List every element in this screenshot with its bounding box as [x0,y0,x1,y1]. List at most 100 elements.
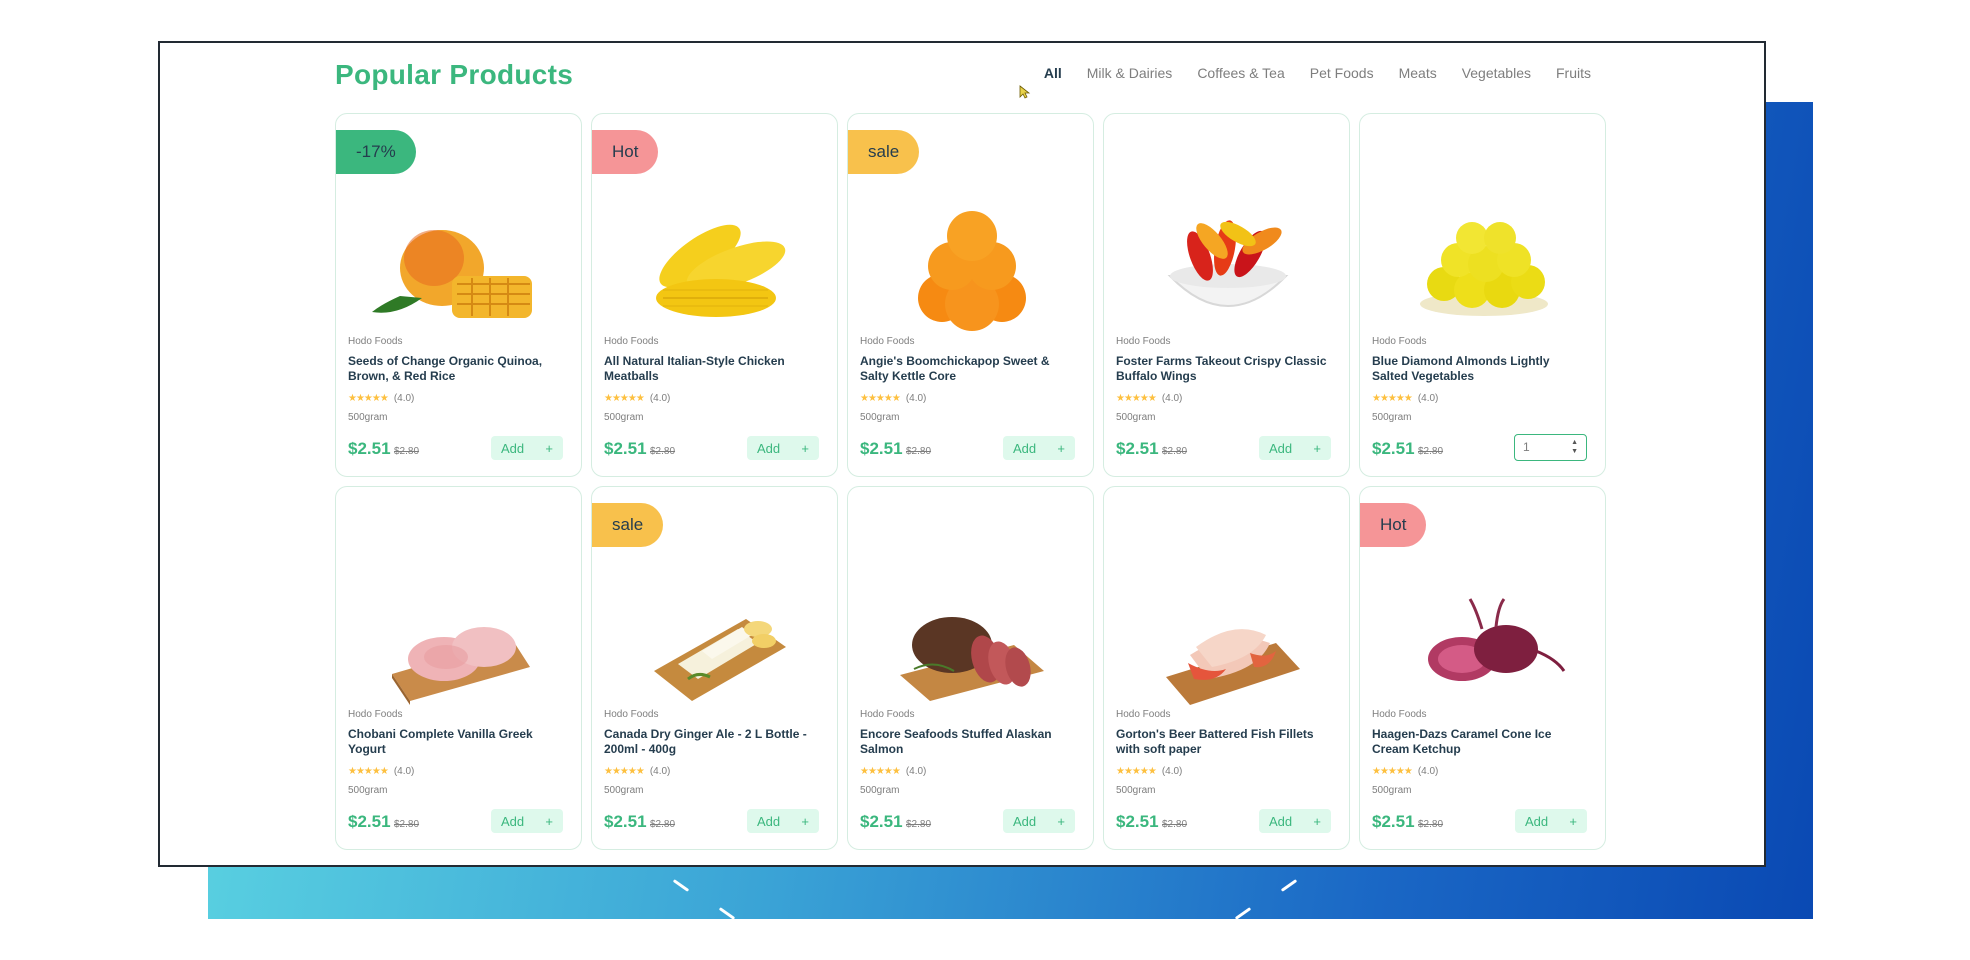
product-card[interactable]: Hodo Foods Foster Farms Takeout Crispy C… [1103,113,1350,477]
sale-badge: sale [592,503,664,547]
category-tabs: All Milk & Dairies Coffees & Tea Pet Foo… [1044,65,1591,81]
product-card[interactable]: Hodo Foods Gorton's Beer Battered Fish F… [1103,486,1350,850]
discount-badge: -17% [336,130,416,174]
product-card[interactable]: sale Hodo Foods Angie's Boomchickapop Sw… [847,113,1094,477]
tab-milk-dairies[interactable]: Milk & Dairies [1087,65,1173,81]
ham-slices-icon [1166,629,1300,705]
old-price: $2.80 [394,819,420,830]
plus-icon: + [1057,813,1065,829]
tab-pet-foods[interactable]: Pet Foods [1310,65,1374,81]
product-card[interactable]: Hodo Foods Chobani Complete Vanilla Gree… [335,486,582,850]
price: $2.51 [604,812,647,831]
tab-coffees-tea[interactable]: Coffees & Tea [1197,65,1284,81]
stepper-arrows-icon[interactable]: ▲ ▼ [1571,438,1578,456]
add-to-cart-button[interactable]: Add + [491,809,563,833]
product-name-link[interactable]: Chobani Complete Vanilla Greek Yogurt [348,727,563,757]
product-card[interactable]: Hot Hodo Foods Haagen-Dazs Caramel Cone … [1359,486,1606,850]
weight-label: 500gram [860,412,900,423]
weight-label: 500gram [1116,412,1156,423]
rating: ★★★★★ (4.0) [1116,766,1182,777]
mouse-cursor-icon [1019,85,1031,99]
rating-value: (4.0) [1417,393,1439,404]
price: $2.51 [348,812,391,831]
add-to-cart-button[interactable]: Add + [1259,809,1331,833]
add-label: Add [1525,813,1549,829]
product-name-link[interactable]: Foster Farms Takeout Crispy Classic Buff… [1116,354,1331,384]
product-name-link[interactable]: All Natural Italian-Style Chicken Meatba… [604,354,819,384]
plus-icon: + [801,813,809,829]
rating-value: (4.0) [393,766,415,777]
add-to-cart-button[interactable]: Add + [747,436,819,460]
weight-label: 500gram [348,412,388,423]
price: $2.51 [1372,812,1415,831]
weight-label: 500gram [1372,785,1412,796]
plus-icon: + [545,440,553,456]
rating-value: (4.0) [393,393,415,404]
tab-all[interactable]: All [1044,65,1062,81]
tab-meats[interactable]: Meats [1399,65,1437,81]
rating: ★★★★★ (4.0) [860,393,926,404]
add-label: Add [1269,440,1293,456]
rating-value: (4.0) [1161,766,1183,777]
product-name-link[interactable]: Seeds of Change Organic Quinoa, Brown, &… [348,354,563,384]
add-to-cart-button[interactable]: Add + [1259,436,1331,460]
vendor-label: Hodo Foods [860,709,915,720]
plus-icon: + [1313,440,1321,456]
hot-badge: Hot [592,130,659,174]
old-price: $2.80 [650,446,676,457]
star-rating-icon: ★★★★★ [348,393,389,404]
product-name-link[interactable]: Angie's Boomchickapop Sweet & Salty Kett… [860,354,1075,384]
browser-window: Popular Products All Milk & Dairies Coff… [158,41,1766,867]
product-card[interactable]: -17% Hodo Foods Seeds of Change Organic … [335,113,582,477]
product-name-link[interactable]: Blue Diamond Almonds Lightly Salted Vege… [1372,354,1587,384]
star-rating-icon: ★★★★★ [348,766,389,777]
product-card[interactable]: sale Hodo Foods Canada Dry Ginger Ale - … [591,486,838,850]
product-name-link[interactable]: Canada Dry Ginger Ale - 2 L Bottle - 200… [604,727,819,757]
old-price: $2.80 [394,446,420,457]
add-label: Add [757,813,781,829]
beets-icon [1428,598,1566,681]
quantity-stepper[interactable]: 1 ▲ ▼ [1514,434,1587,461]
add-to-cart-button[interactable]: Add + [1515,809,1587,833]
rating-value: (4.0) [905,766,927,777]
rating-value: (4.0) [649,393,671,404]
add-label: Add [1013,813,1037,829]
vendor-label: Hodo Foods [1116,336,1171,347]
weight-label: 500gram [604,785,644,796]
product-name-link[interactable]: Haagen-Dazs Caramel Cone Ice Cream Ketch… [1372,727,1587,757]
corn-icon [656,224,786,317]
tab-fruits[interactable]: Fruits [1556,65,1591,81]
weight-label: 500gram [1116,785,1156,796]
add-to-cart-button[interactable]: Add + [747,809,819,833]
rating: ★★★★★ (4.0) [1116,393,1182,404]
old-price: $2.80 [906,819,932,830]
rating-value: (4.0) [649,766,671,777]
rating: ★★★★★ (4.0) [348,393,414,404]
price: $2.51 [1372,439,1415,458]
quantity-value: 1 [1523,440,1530,454]
product-card[interactable]: Hodo Foods Encore Seafoods Stuffed Alask… [847,486,1094,850]
plus-icon: + [1569,813,1577,829]
product-name-link[interactable]: Gorton's Beer Battered Fish Fillets with… [1116,727,1331,757]
add-label: Add [757,440,781,456]
rating: ★★★★★ (4.0) [1372,393,1438,404]
product-card[interactable]: Hodo Foods Blue Diamond Almonds Lightly … [1359,113,1606,477]
tab-vegetables[interactable]: Vegetables [1462,65,1531,81]
price: $2.51 [348,439,391,458]
add-to-cart-button[interactable]: Add + [1003,436,1075,460]
star-rating-icon: ★★★★★ [1372,393,1413,404]
vendor-label: Hodo Foods [604,336,659,347]
star-rating-icon: ★★★★★ [604,393,645,404]
lemons-icon [1420,222,1548,316]
price: $2.51 [1116,812,1159,831]
add-label: Add [501,440,525,456]
star-rating-icon: ★★★★★ [1116,766,1157,777]
add-to-cart-button[interactable]: Add + [491,436,563,460]
product-card[interactable]: Hot Hodo Foods All Natural Italian-Style… [591,113,838,477]
old-price: $2.80 [650,819,676,830]
add-to-cart-button[interactable]: Add + [1003,809,1075,833]
product-name-link[interactable]: Encore Seafoods Stuffed Alaskan Salmon [860,727,1075,757]
vendor-label: Hodo Foods [1372,709,1427,720]
vendor-label: Hodo Foods [860,336,915,347]
peppers-icon [1167,220,1289,307]
